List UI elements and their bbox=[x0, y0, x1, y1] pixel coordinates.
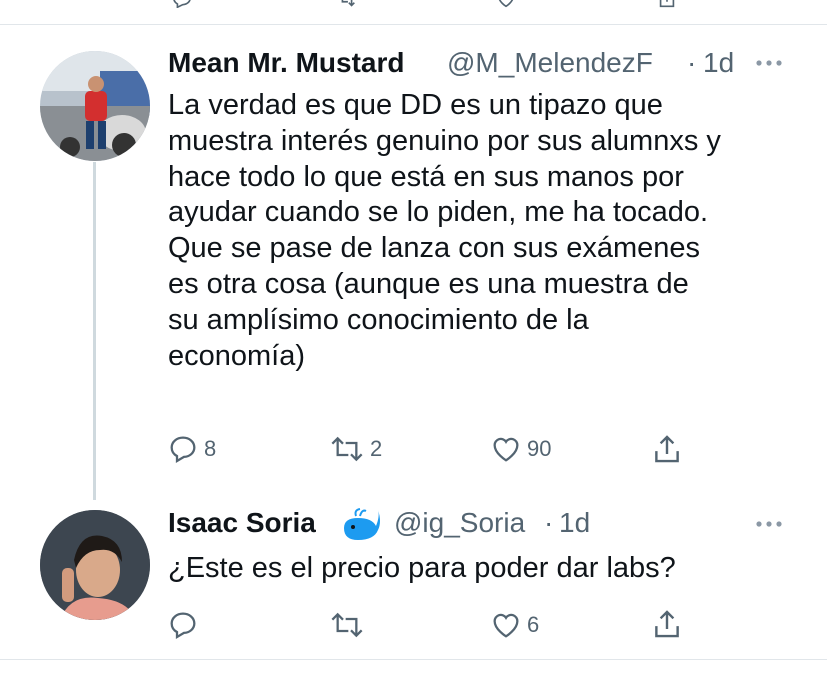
tweet-2-display-name[interactable]: Isaac Soria bbox=[168, 507, 316, 539]
tweet-text-line: es otra cosa (aunque es una muestra de bbox=[168, 267, 689, 300]
thread-connector-line bbox=[93, 162, 96, 500]
avatar-isaac-soria[interactable] bbox=[40, 510, 150, 620]
whale-emoji-icon bbox=[344, 508, 380, 540]
tweet-2-separator: · bbox=[544, 507, 554, 538]
tweet-text-line: ¿Este es el precio para poder dar labs? bbox=[168, 552, 676, 584]
tweet-text-line: muestra interés genuino por sus alumnxs … bbox=[168, 124, 721, 157]
tweet-2-text: ¿Este es el precio para poder dar labs? bbox=[168, 551, 676, 587]
divider-bottom bbox=[0, 659, 827, 660]
tweet-text-line: ayudar cuando se lo piden, me ha tocado. bbox=[168, 196, 709, 229]
reply-icon bbox=[170, 436, 196, 463]
heart-icon bbox=[493, 613, 519, 638]
avatar-photo bbox=[40, 51, 150, 161]
heart-icon[interactable] bbox=[492, 0, 520, 8]
like-count: 90 bbox=[527, 436, 552, 461]
reply-count: 8 bbox=[204, 436, 217, 461]
heart-icon bbox=[493, 437, 519, 462]
retweet-icon bbox=[331, 612, 363, 638]
tweet-1-display-name[interactable]: Mean Mr. Mustard bbox=[168, 47, 404, 79]
tweet-2-handle[interactable]: @ig_Soria bbox=[394, 507, 525, 539]
tweet-2-share-button[interactable] bbox=[650, 606, 684, 642]
like-count: 6 bbox=[527, 612, 540, 637]
tweet-2-like-button[interactable]: 6 bbox=[489, 609, 539, 641]
tweet-text-line: hace todo lo que está en sus manos por bbox=[168, 160, 684, 193]
reply-icon[interactable] bbox=[168, 0, 196, 8]
reply-icon bbox=[170, 612, 196, 639]
tweet-text-line: Que se pase de lanza con sus exámenes bbox=[168, 232, 700, 265]
retweet-count: 2 bbox=[370, 436, 383, 461]
tweet-1-handle[interactable]: @M_MelendezF bbox=[447, 47, 653, 79]
share-icon bbox=[655, 435, 679, 463]
tweet-1-retweet-button[interactable]: 2 bbox=[328, 433, 382, 465]
tweet-1-timestamp[interactable]: 1d bbox=[703, 47, 734, 79]
tweet-1-share-button[interactable] bbox=[650, 431, 684, 467]
tweet-text-line: economía) bbox=[168, 339, 306, 372]
avatar-photo bbox=[40, 510, 150, 620]
tweet-1-separator: · bbox=[687, 47, 697, 78]
more-dots-icon[interactable] bbox=[754, 58, 784, 68]
divider-top bbox=[0, 24, 827, 25]
retweet-icon[interactable] bbox=[330, 0, 364, 8]
tweet-1-text: La verdad es que DD es un tipazo que mue… bbox=[168, 88, 721, 374]
more-dots-icon[interactable] bbox=[754, 519, 784, 529]
previous-tweet-actions bbox=[0, 0, 827, 8]
share-icon bbox=[655, 610, 679, 638]
tweet-1-reply-button[interactable]: 8 bbox=[166, 433, 216, 465]
avatar-mean-mr-mustard[interactable] bbox=[40, 51, 150, 161]
tweet-1-like-button[interactable]: 90 bbox=[489, 433, 551, 465]
tweet-text-line: La verdad es que DD es un tipazo que bbox=[168, 89, 663, 121]
tweet-2-reply-button[interactable] bbox=[166, 609, 204, 641]
share-icon[interactable] bbox=[652, 0, 682, 8]
tweet-2-retweet-button[interactable] bbox=[328, 609, 370, 641]
retweet-icon bbox=[331, 436, 363, 462]
tweet-text-line: su amplísimo conocimiento de la bbox=[168, 303, 589, 336]
tweet-2-timestamp[interactable]: 1d bbox=[559, 507, 590, 539]
